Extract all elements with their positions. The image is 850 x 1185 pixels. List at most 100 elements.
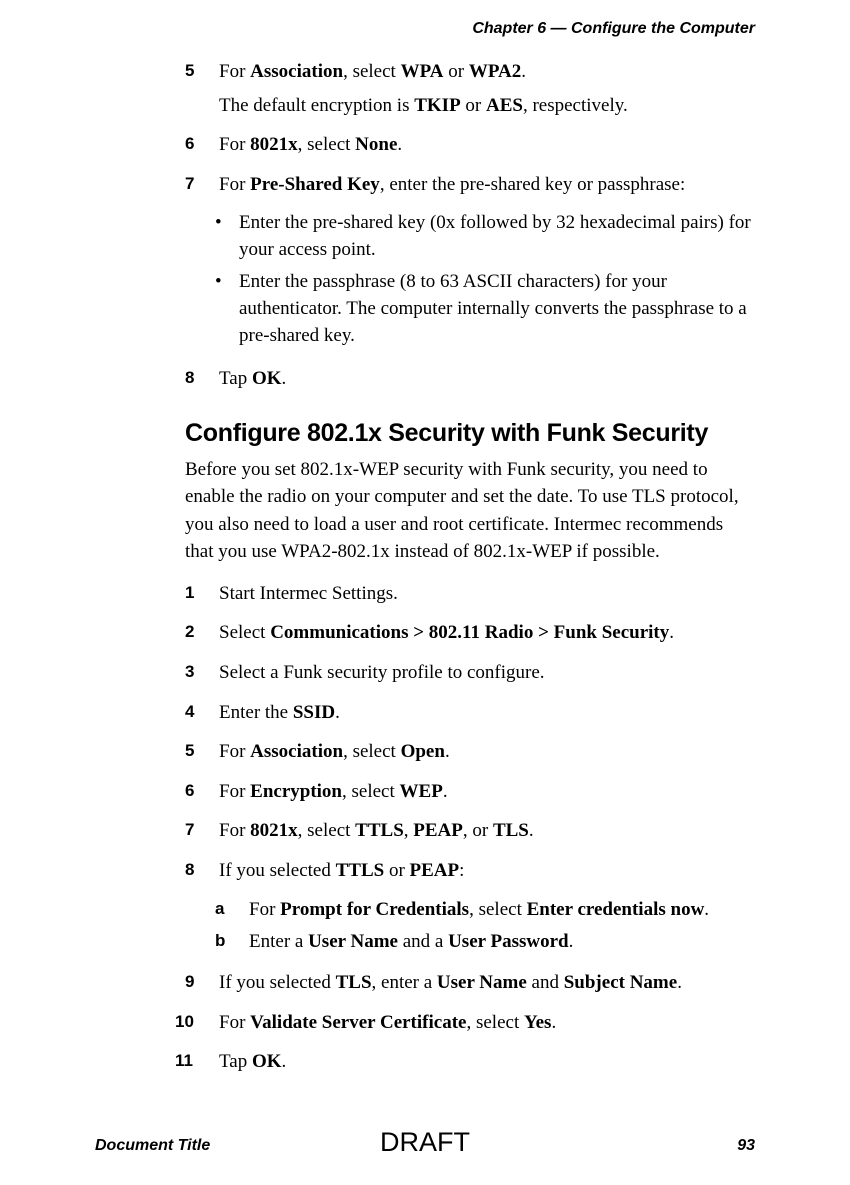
text: or bbox=[461, 95, 486, 116]
step-body: Tap OK. bbox=[219, 1048, 755, 1082]
bold: TTLS bbox=[336, 860, 385, 881]
text: or bbox=[444, 61, 469, 82]
step-body: For Pre-Shared Key, enter the pre-shared… bbox=[219, 171, 755, 205]
step-body: Start Intermec Settings. bbox=[219, 580, 755, 614]
step-number: 7 bbox=[185, 817, 219, 851]
step-number: 8 bbox=[185, 857, 219, 891]
bold: User Name bbox=[437, 972, 527, 993]
bold: None bbox=[355, 134, 397, 155]
text: . bbox=[704, 899, 709, 920]
bold: TLS bbox=[336, 972, 372, 993]
text: . bbox=[445, 741, 450, 762]
text: . bbox=[529, 820, 534, 841]
step-number: 6 bbox=[185, 131, 219, 165]
text: , select bbox=[469, 899, 527, 920]
text: , enter the pre-shared key or passphrase… bbox=[380, 174, 685, 195]
step-body: For 8021x, select TTLS, PEAP, or TLS. bbox=[219, 817, 755, 851]
step-b9: 9 If you selected TLS, enter a User Name… bbox=[185, 969, 755, 1003]
bold: Encryption bbox=[250, 781, 342, 802]
text: For bbox=[219, 741, 250, 762]
text: , select bbox=[343, 61, 401, 82]
intro-paragraph: Before you set 802.1x-WEP security with … bbox=[185, 456, 755, 566]
text: , select bbox=[298, 820, 356, 841]
doc-title: Document Title bbox=[95, 1137, 210, 1155]
text: For bbox=[219, 134, 250, 155]
bold: PEAP bbox=[413, 820, 463, 841]
bold: Association bbox=[250, 741, 343, 762]
bold: TKIP bbox=[414, 95, 460, 116]
text: . bbox=[282, 368, 287, 389]
draft-watermark: DRAFT bbox=[380, 1127, 470, 1158]
substep-a: a For Prompt for Credentials, select Ent… bbox=[215, 896, 755, 924]
text: Tap bbox=[219, 368, 252, 389]
page: Chapter 6 — Configure the Computer 5 For… bbox=[0, 0, 850, 1185]
text: . bbox=[397, 134, 402, 155]
step-number: 5 bbox=[185, 58, 219, 125]
bold: TTLS bbox=[355, 820, 404, 841]
body-content: 5 For Association, select WPA or WPA2. T… bbox=[95, 58, 755, 1082]
bullet-item: • Enter the pre-shared key (0x followed … bbox=[215, 210, 755, 263]
step-5: 5 For Association, select WPA or WPA2. T… bbox=[185, 58, 755, 125]
text: For bbox=[219, 174, 250, 195]
text: and a bbox=[398, 931, 448, 952]
bold: WPA2 bbox=[469, 61, 521, 82]
step-number: 4 bbox=[185, 699, 219, 733]
step-b8: 8 If you selected TTLS or PEAP: bbox=[185, 857, 755, 891]
bullet-text: Enter the pre-shared key (0x followed by… bbox=[239, 210, 755, 263]
running-header: Chapter 6 — Configure the Computer bbox=[95, 20, 755, 38]
bullet-icon: • bbox=[215, 269, 239, 349]
step-b6: 6 For Encryption, select WEP. bbox=[185, 778, 755, 812]
bold: SSID bbox=[293, 702, 335, 723]
text: . bbox=[669, 622, 674, 643]
step-b11: 11 Tap OK. bbox=[185, 1048, 755, 1082]
bullet-text: Enter the passphrase (8 to 63 ASCII char… bbox=[239, 269, 755, 349]
text: For bbox=[219, 61, 250, 82]
text: , select bbox=[466, 1012, 524, 1033]
text: . bbox=[677, 972, 682, 993]
step-body: For Association, select WPA or WPA2. The… bbox=[219, 58, 755, 125]
step-number: 3 bbox=[185, 659, 219, 693]
text: For bbox=[219, 820, 250, 841]
text: . bbox=[551, 1012, 556, 1033]
text: . bbox=[282, 1051, 287, 1072]
step-8: 8 Tap OK. bbox=[185, 365, 755, 399]
step-number: 10 bbox=[175, 1009, 219, 1043]
text: , or bbox=[463, 820, 493, 841]
step-number: 9 bbox=[185, 969, 219, 1003]
step-body: If you selected TTLS or PEAP: bbox=[219, 857, 755, 891]
text: Select a Funk security profile to config… bbox=[219, 659, 755, 687]
text: Enter a bbox=[249, 931, 308, 952]
step-6: 6 For 8021x, select None. bbox=[185, 131, 755, 165]
text: Start Intermec Settings. bbox=[219, 580, 755, 608]
bold: OK bbox=[252, 1051, 282, 1072]
step-body: For Encryption, select WEP. bbox=[219, 778, 755, 812]
text: If you selected bbox=[219, 860, 336, 881]
bold: Pre-Shared Key bbox=[250, 174, 380, 195]
step-body: For Association, select Open. bbox=[219, 738, 755, 772]
step-number: 11 bbox=[175, 1048, 219, 1082]
bold: TLS bbox=[493, 820, 529, 841]
text: or bbox=[384, 860, 409, 881]
step-7: 7 For Pre-Shared Key, enter the pre-shar… bbox=[185, 171, 755, 205]
step-b3: 3 Select a Funk security profile to conf… bbox=[185, 659, 755, 693]
bold: Enter credentials now bbox=[527, 899, 705, 920]
step-b7: 7 For 8021x, select TTLS, PEAP, or TLS. bbox=[185, 817, 755, 851]
text: For bbox=[219, 1012, 250, 1033]
step-b5: 5 For Association, select Open. bbox=[185, 738, 755, 772]
substep-body: For Prompt for Credentials, select Enter… bbox=[249, 896, 709, 924]
substep-letter: b bbox=[215, 928, 249, 956]
bold: Prompt for Credentials bbox=[280, 899, 469, 920]
text: and bbox=[527, 972, 564, 993]
step-body: Enter the SSID. bbox=[219, 699, 755, 733]
step-b1: 1 Start Intermec Settings. bbox=[185, 580, 755, 614]
bullet-icon: • bbox=[215, 210, 239, 263]
step-body: If you selected TLS, enter a User Name a… bbox=[219, 969, 755, 1003]
bold: Validate Server Certificate bbox=[250, 1012, 466, 1033]
step-number: 5 bbox=[185, 738, 219, 772]
step-b4: 4 Enter the SSID. bbox=[185, 699, 755, 733]
text: , enter a bbox=[372, 972, 437, 993]
substep-body: Enter a User Name and a User Password. bbox=[249, 928, 573, 956]
bold: Subject Name bbox=[564, 972, 677, 993]
bold: 8021x bbox=[250, 134, 298, 155]
text: Select bbox=[219, 622, 270, 643]
